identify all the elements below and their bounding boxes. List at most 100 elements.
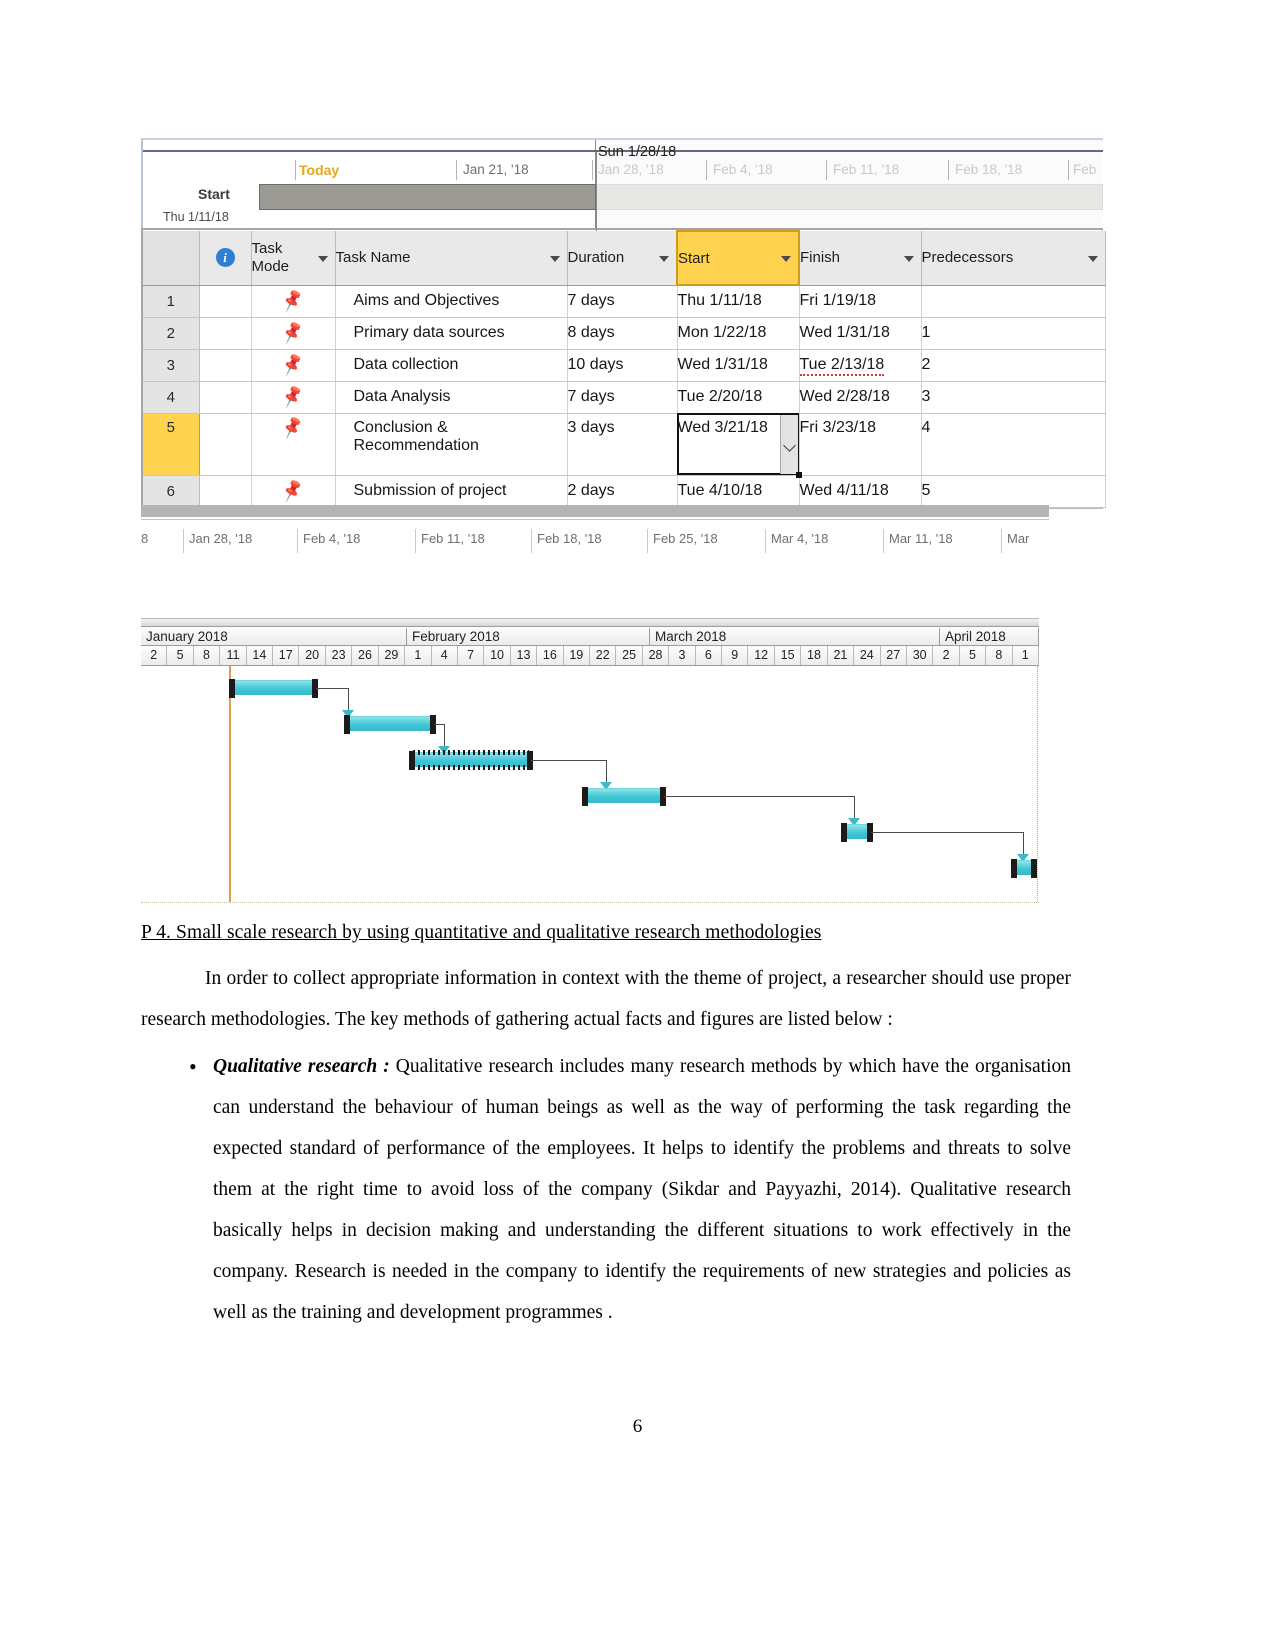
table-row-selected[interactable]: 5 📌 Conclusion & Recommendation 3 days W… <box>143 412 1106 478</box>
column-header-indicators[interactable]: i <box>199 231 252 286</box>
duration-cell[interactable]: 3 days <box>567 412 678 476</box>
row-number[interactable]: 4 <box>143 381 200 414</box>
gantt-link-4-5 <box>664 796 854 797</box>
timeline-tick <box>826 160 827 180</box>
column-header-task-name[interactable]: Task Name <box>335 231 568 286</box>
task-name-cell[interactable]: Aims and Objectives <box>335 285 568 318</box>
duration-cell[interactable]: 8 days <box>567 317 678 350</box>
predecessors-cell[interactable] <box>921 285 1106 318</box>
gantt-day-tick: 16 <box>537 646 564 665</box>
predecessors-cell[interactable]: 4 <box>921 412 1106 476</box>
row-number[interactable]: 5 <box>143 412 200 476</box>
row-indicator-cell[interactable] <box>199 317 252 350</box>
timeline-tick-label-5: Feb <box>1073 162 1097 177</box>
ruler-label-0: 8 <box>141 530 149 546</box>
row-number[interactable]: 6 <box>143 475 200 508</box>
chevron-down-icon[interactable] <box>549 255 560 262</box>
start-cell-active[interactable]: Wed 3/21/18 <box>677 412 802 478</box>
chevron-down-icon[interactable] <box>659 255 669 262</box>
document-body: P 4. Small scale research by using quant… <box>141 922 1071 1333</box>
gantt-bar-task-3[interactable] <box>409 750 533 770</box>
duration-cell[interactable]: 7 days <box>567 381 678 414</box>
row-indicator-cell[interactable] <box>199 412 252 476</box>
table-row[interactable]: 2 📌 Primary data sources 8 days Mon 1/22… <box>143 317 1106 350</box>
column-header-predecessors[interactable]: Predecessors <box>921 231 1106 286</box>
column-header-predecessors-label: Predecessors <box>921 249 1014 267</box>
task-mode-cell[interactable]: 📌 <box>251 412 336 476</box>
row-indicator-cell[interactable] <box>199 381 252 414</box>
task-name-cell[interactable]: Data collection <box>335 349 568 382</box>
timeline-tick <box>456 160 457 180</box>
start-cell[interactable]: Tue 2/20/18 <box>677 381 800 414</box>
row-number[interactable]: 2 <box>143 317 200 350</box>
row-indicator-cell[interactable] <box>199 285 252 318</box>
table-row[interactable]: 6 📌 Submission of project 2 days Tue 4/1… <box>143 475 1106 508</box>
fill-handle[interactable] <box>795 471 802 478</box>
start-value: Wed 3/21/18 <box>677 418 768 436</box>
row-number[interactable]: 3 <box>143 349 200 382</box>
timeline-project-bar[interactable] <box>259 184 1103 210</box>
task-name-cell[interactable]: Conclusion & Recommendation <box>335 412 568 476</box>
column-header-finish[interactable]: Finish <box>799 231 922 286</box>
task-mode-cell[interactable]: 📌 <box>251 285 336 318</box>
start-cell[interactable]: Wed 1/31/18 <box>677 349 800 382</box>
finish-cell[interactable]: Wed 4/11/18 <box>799 475 922 508</box>
gantt-day-tick: 14 <box>247 646 274 665</box>
predecessors-cell[interactable]: 1 <box>921 317 1106 350</box>
row-number[interactable]: 1 <box>143 285 200 318</box>
finish-cell[interactable]: Wed 1/31/18 <box>799 317 922 350</box>
duration-cell[interactable]: 7 days <box>567 285 678 318</box>
gantt-bar-task-6[interactable] <box>1011 859 1037 878</box>
gantt-bar-task-4[interactable] <box>582 787 666 806</box>
column-header-duration[interactable]: Duration <box>567 231 678 286</box>
duration-cell[interactable]: 2 days <box>567 475 678 508</box>
timeline-tick-label-4: Feb 18, '18 <box>955 162 1023 177</box>
gantt-link-2-3 <box>434 724 444 725</box>
finish-cell[interactable]: Fri 3/23/18 <box>799 412 922 476</box>
task-name-cell[interactable]: Primary data sources <box>335 317 568 350</box>
task-name-cell[interactable]: Submission of project <box>335 475 568 508</box>
gantt-day-tick: 5 <box>960 646 987 665</box>
start-cell[interactable]: Thu 1/11/18 <box>677 285 800 318</box>
finish-cell[interactable]: Tue 2/13/18 <box>799 349 922 382</box>
gantt-day-tick: 1 <box>1013 646 1039 665</box>
pin-icon: 📌 <box>279 319 306 345</box>
gantt-day-tick: 4 <box>432 646 458 665</box>
chevron-down-icon[interactable] <box>903 255 914 262</box>
gantt-bar-task-5[interactable] <box>841 823 873 842</box>
ruler-label-4: Feb 18, '18 <box>537 530 602 546</box>
ruler-top-rule <box>141 518 1049 520</box>
predecessors-cell[interactable]: 3 <box>921 381 1106 414</box>
task-name-cell[interactable]: Data Analysis <box>335 381 568 414</box>
task-mode-cell[interactable]: 📌 <box>251 381 336 414</box>
finish-cell[interactable]: Wed 2/28/18 <box>799 381 922 414</box>
gantt-top-shade <box>141 618 1039 626</box>
chevron-down-icon[interactable] <box>1087 255 1098 262</box>
timeline-today-label: Today <box>299 162 340 178</box>
table-row[interactable]: 3 📌 Data collection 10 days Wed 1/31/18 … <box>143 349 1106 382</box>
select-all-corner[interactable] <box>143 231 200 286</box>
table-row[interactable]: 4 📌 Data Analysis 7 days Tue 2/20/18 Wed… <box>143 381 1106 414</box>
finish-cell[interactable]: Fri 1/19/18 <box>799 285 922 318</box>
start-cell[interactable]: Tue 4/10/18 <box>677 475 800 508</box>
predecessors-cell[interactable]: 2 <box>921 349 1106 382</box>
row-indicator-cell[interactable] <box>199 349 252 382</box>
column-header-start[interactable]: Start <box>676 230 800 286</box>
column-header-task-mode[interactable]: Task Mode <box>251 231 336 286</box>
task-mode-cell[interactable]: 📌 <box>251 475 336 508</box>
task-mode-cell[interactable]: 📌 <box>251 349 336 382</box>
chevron-down-icon[interactable] <box>781 256 791 262</box>
row-indicator-cell[interactable] <box>199 475 252 508</box>
chevron-down-icon[interactable] <box>317 255 328 262</box>
gantt-day-tick: 2 <box>141 646 168 665</box>
date-picker-dropdown-icon[interactable] <box>779 414 798 474</box>
gantt-bar-task-1[interactable] <box>229 679 318 698</box>
table-row[interactable]: 1 📌 Aims and Objectives 7 days Thu 1/11/… <box>143 285 1106 318</box>
page-number: 6 <box>632 1416 643 1437</box>
task-mode-cell[interactable]: 📌 <box>251 317 336 350</box>
duration-cell[interactable]: 10 days <box>567 349 678 382</box>
bullet-body-text: Qualitative research includes many resea… <box>213 1056 1071 1323</box>
start-cell[interactable]: Mon 1/22/18 <box>677 317 800 350</box>
predecessors-cell[interactable]: 5 <box>921 475 1106 508</box>
gantt-bar-task-2[interactable] <box>344 715 436 734</box>
